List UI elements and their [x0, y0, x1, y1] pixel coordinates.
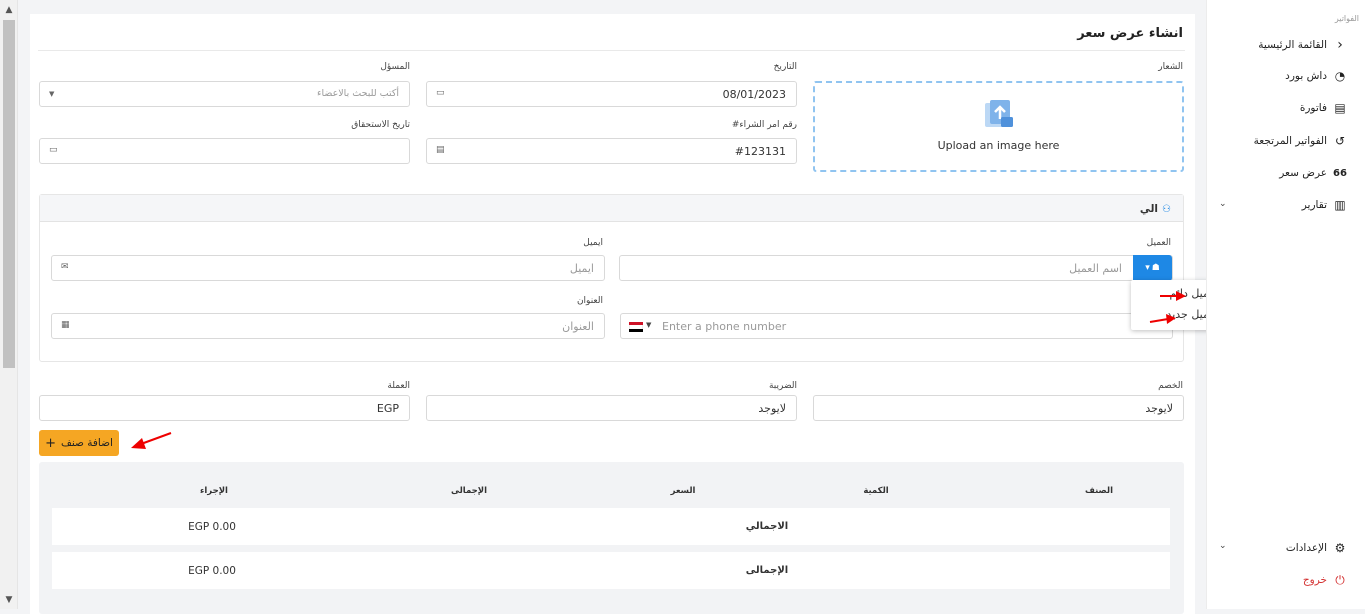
responsible-label: المسؤل [380, 62, 410, 72]
phone-placeholder: Enter a phone number [662, 320, 787, 333]
due-date-label: تاريخ الاستحقاق [351, 120, 410, 130]
due-date-field[interactable]: ▭ [39, 138, 410, 164]
date-field[interactable]: 08/01/2023 ▭ [426, 81, 797, 107]
address-label: العنوان [576, 296, 603, 306]
address-placeholder: العنوان [562, 320, 594, 333]
logo-label: الشعار [1158, 62, 1183, 72]
quote-form-card: انشاء عرض سعر الشعار التاريخ المسؤل Uplo… [30, 14, 1238, 614]
chevron-down-icon: ▾ [1145, 263, 1150, 273]
email-label: ايميل [583, 238, 603, 248]
table-row: الإجمالى EGP 0.00 [52, 552, 1170, 589]
page-title: انشاء عرض سعر [1077, 26, 1183, 41]
client-name-input[interactable]: اسم العميل [619, 255, 1173, 281]
chevron-down-icon: ▼ [646, 321, 652, 329]
table-row: الاجمالي EGP 0.00 [52, 508, 1170, 545]
po-number-value: #123131 [734, 145, 786, 158]
header-total: الإجمالى [450, 486, 488, 496]
po-label: رقم امر الشراء# [731, 120, 797, 130]
sidebar-item-dashboard[interactable]: ◔ داش بورد [1285, 66, 1347, 86]
responsible-placeholder: أكتب للبحث بالاعضاء [317, 88, 399, 99]
envelope-icon: ✉ [61, 262, 69, 272]
recipient-header: ⚇ الي [1140, 203, 1171, 215]
annotation-arrow [131, 432, 172, 449]
client-type-button[interactable]: ▾ ☗ [1133, 255, 1172, 281]
responsible-select[interactable]: أكتب للبحث بالاعضاء ▼ [39, 81, 410, 107]
sidebar-item-logout[interactable]: ⏻ خروج [1303, 570, 1347, 590]
address-input[interactable]: العنوان ▦ [51, 313, 605, 339]
calendar-icon: ▭ [436, 88, 445, 98]
chevron-down-icon: ▼ [49, 90, 55, 98]
items-table: الصنف الكمية السعر الإجمالى الإجراء الاج… [39, 462, 1184, 614]
discount-label: الخصم [1158, 381, 1183, 391]
add-item-button[interactable]: اضافة صنف + [39, 430, 119, 456]
po-number-field[interactable]: #123131 ▤ [426, 138, 797, 164]
user-plus-icon: ☗ [1151, 263, 1160, 273]
currency-field[interactable]: EGP [39, 395, 410, 421]
chevron-down-icon[interactable]: ⌄ [1219, 541, 1227, 551]
email-input[interactable]: ايميل ✉ [51, 255, 605, 281]
header-action: الإجراء [200, 486, 228, 496]
binoculars-icon: ⚇ [1162, 203, 1171, 215]
client-label: العميل [1146, 238, 1171, 248]
chevron-left-icon: ‹ [1337, 37, 1343, 53]
currency-label: العملة [387, 381, 410, 391]
tax-field[interactable]: لايوجد [426, 395, 797, 421]
scroll-down-icon[interactable]: ▼ [3, 594, 15, 606]
date-value: 08/01/2023 [722, 88, 786, 101]
header-item: الصنف [1084, 486, 1114, 496]
power-icon: ⏻ [1335, 572, 1345, 587]
logo-upload-area[interactable]: Upload an image here [813, 81, 1184, 172]
client-name-placeholder: اسم العميل [1069, 262, 1122, 275]
header-price: السعر [670, 486, 696, 496]
annotation-arrows [1149, 291, 1186, 324]
phone-input[interactable]: ▼ Enter a phone number [620, 313, 1173, 339]
discount-field[interactable]: لايوجد [813, 395, 1184, 421]
upload-image-icon [985, 100, 1013, 127]
chart-icon: ▥ [1334, 198, 1346, 212]
recipient-title: الي [1139, 203, 1159, 215]
calendar-icon: ▭ [49, 145, 58, 155]
plus-icon: + [45, 435, 56, 451]
map-icon: ▦ [61, 320, 70, 330]
gear-icon: ⚙ [1334, 541, 1346, 555]
recipient-section: ⚇ الي العميل ايميل اسم العميل ▾ ☗ ايميل … [39, 194, 1184, 362]
upload-text: Upload an image here [937, 139, 1060, 152]
sidebar-section-title: الفواتير [1334, 14, 1359, 23]
sidebar-item-main-menu[interactable]: ‹ القائمة الرئيسية [1258, 35, 1347, 55]
egypt-flag-icon [629, 322, 643, 332]
page-scrollbar[interactable]: ▲ ▼ [0, 0, 18, 609]
sidebar-item-settings[interactable]: ⚙ الإعدادات [1286, 538, 1347, 558]
scroll-up-icon[interactable]: ▲ [3, 4, 15, 16]
chevron-down-icon[interactable]: ⌄ [1219, 199, 1227, 209]
return-icon: ↺ [1334, 134, 1346, 148]
document-icon: ▤ [436, 145, 445, 155]
sidebar-item-invoice[interactable]: ▤ فاتورة [1300, 98, 1347, 118]
dashboard-icon: ◔ [1334, 69, 1346, 83]
scrollbar-thumb[interactable] [3, 20, 15, 368]
date-label: التاريخ [773, 62, 797, 72]
quote-icon: 66 [1333, 167, 1347, 179]
header-quantity: الكمية [863, 486, 889, 496]
sidebar: الفواتير ‹ القائمة الرئيسية ◔ داش بورد ▤… [1206, 0, 1365, 609]
invoice-icon: ▤ [1334, 101, 1346, 115]
sidebar-item-reports[interactable]: ▥ تقارير [1302, 195, 1347, 215]
sidebar-item-quote[interactable]: 66 عرض سعر [1279, 163, 1347, 183]
email-placeholder: ايميل [569, 262, 594, 275]
tax-label: الضريبة [768, 381, 797, 391]
sidebar-item-returned-invoices[interactable]: ↺ الفواتير المرتجعة [1254, 131, 1347, 151]
